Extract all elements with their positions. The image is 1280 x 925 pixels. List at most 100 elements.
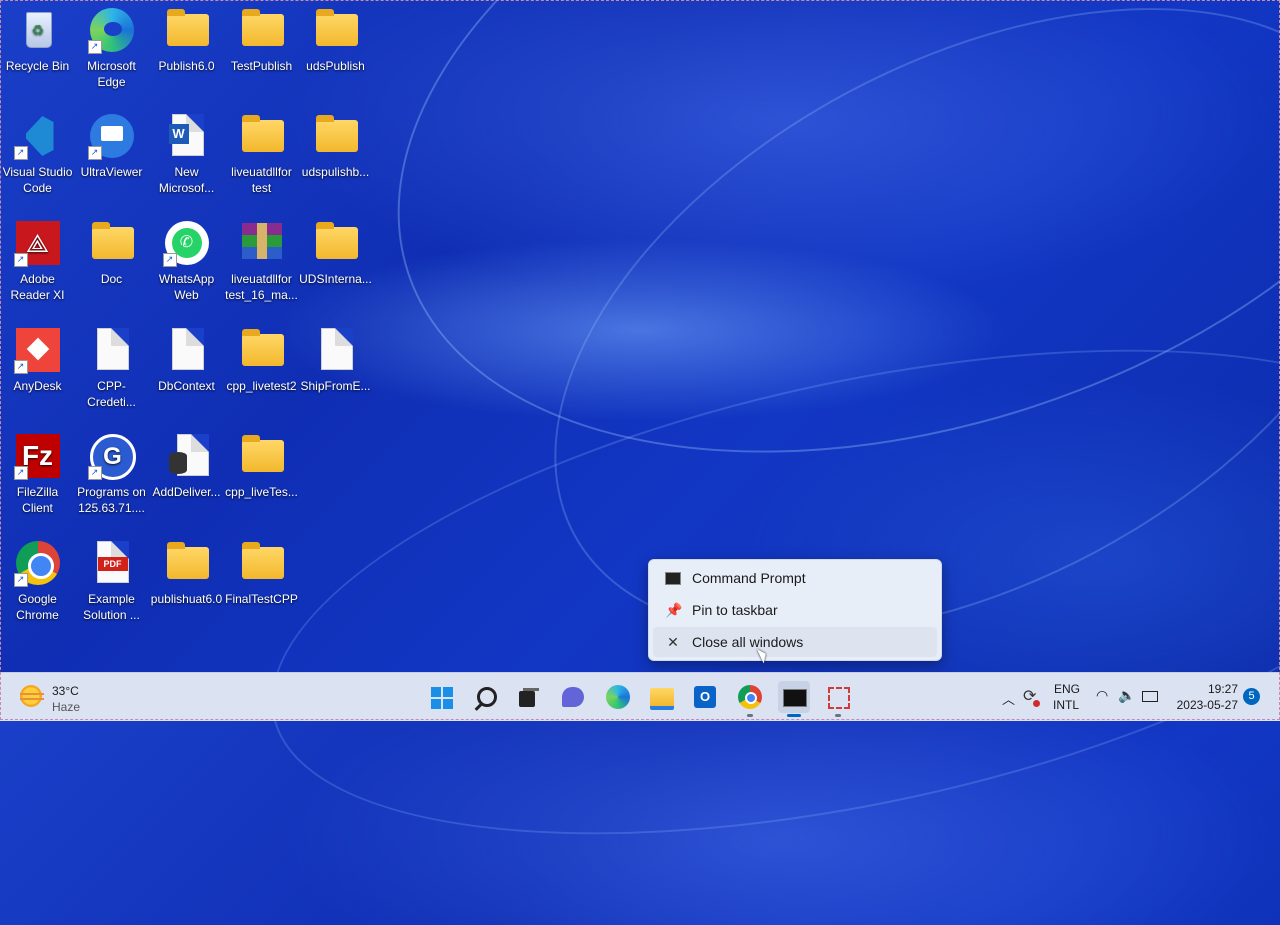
taskbar: 33°C Haze O ︿ ⟳ ENG INTL ◠ 🔈 19:27 2023-… xyxy=(0,672,1280,721)
chrome-taskbar-button[interactable] xyxy=(734,681,766,717)
desktop-icon-publishuat-folder[interactable]: publishuat6.0 xyxy=(149,537,224,607)
shortcut-arrow-icon: ↗ xyxy=(87,40,102,54)
running-indicator xyxy=(835,714,841,717)
file-explorer-button[interactable] xyxy=(646,681,678,713)
menu-item-close-all-windows[interactable]: ✕ Close all windows xyxy=(653,627,937,657)
pin-icon: 📌 xyxy=(665,602,683,618)
filezilla-icon: Fz ↗ xyxy=(13,432,62,480)
sync-status-button[interactable]: ⟳ xyxy=(1021,673,1043,721)
icon-label: Microsoft Edge xyxy=(87,59,136,89)
file-icon xyxy=(88,326,136,374)
teams-chat-icon xyxy=(562,687,584,707)
menu-item-command-prompt[interactable]: Command Prompt xyxy=(653,563,937,593)
desktop-icon-adddeliver[interactable]: AddDeliver... xyxy=(149,430,224,500)
desktop-icon-cpp-credentials[interactable]: CPP-Credeti... xyxy=(74,324,149,410)
desktop-icon-adobe-reader[interactable]: ⟁ ↗ Adobe Reader XI xyxy=(0,217,75,303)
edge-taskbar-button[interactable] xyxy=(602,681,634,713)
language-indicator[interactable]: ENG INTL xyxy=(1050,673,1084,721)
desktop-icon-ultraviewer[interactable]: ↗ UltraViewer xyxy=(74,110,149,180)
keyboard-layout: INTL xyxy=(1053,698,1080,712)
folder-icon xyxy=(238,432,286,480)
icon-label: Doc xyxy=(100,272,123,286)
icon-label: UDSInterna... xyxy=(299,272,372,286)
whatsapp-icon: ✆ ↗ xyxy=(162,219,211,267)
database-file-icon xyxy=(163,432,211,480)
winrar-archive-icon xyxy=(238,219,286,267)
icon-label: Example Solution ... xyxy=(83,592,140,622)
task-view-button[interactable] xyxy=(513,681,545,713)
icon-label: Visual Studio Code xyxy=(2,165,73,195)
desktop-icon-udspublish-folder[interactable]: udsPublish xyxy=(298,4,373,74)
icon-label: cpp_liveTes... xyxy=(225,485,298,499)
desktop-icon-doc-folder[interactable]: Doc xyxy=(74,217,149,287)
task-view-icon xyxy=(519,691,535,707)
show-hidden-icons-button[interactable]: ︿ xyxy=(998,673,1016,721)
desktop-icon-recycle-bin[interactable]: ♻ Recycle Bin xyxy=(0,4,75,74)
desktop-icon-shipfrom[interactable]: ShipFromE... xyxy=(298,324,373,394)
weather-temp: 33°C xyxy=(52,684,79,698)
network-share-icon: G ↗ xyxy=(87,432,136,480)
menu-item-pin-to-taskbar[interactable]: 📌 Pin to taskbar xyxy=(653,595,937,625)
desktop-icon-whatsapp[interactable]: ✆ ↗ WhatsApp Web xyxy=(149,217,224,303)
icon-label: liveuatdllfor test xyxy=(231,165,292,195)
desktop-icon-example-pdf[interactable]: PDF Example Solution ... xyxy=(74,537,149,623)
clock[interactable]: 19:27 2023-05-27 xyxy=(1170,673,1240,721)
desktop-icon-testpublish-folder[interactable]: TestPublish xyxy=(224,4,299,74)
shortcut-arrow-icon: ↗ xyxy=(87,146,102,160)
volume-icon: 🔈 xyxy=(1118,687,1136,703)
desktop-icon-edge[interactable]: ↗ Microsoft Edge xyxy=(74,4,149,90)
desktop-icon-chrome[interactable]: ↗ Google Chrome xyxy=(0,537,75,623)
desktop-icon-new-word-doc[interactable]: W New Microsof... xyxy=(149,110,224,196)
desktop-icon-liveuatdll-folder[interactable]: liveuatdllfor test xyxy=(224,110,299,196)
shortcut-arrow-icon: ↗ xyxy=(13,573,28,587)
word-document-icon: W xyxy=(163,112,211,160)
desktop-icon-publish-folder[interactable]: Publish6.0 xyxy=(149,4,224,74)
teams-chat-button[interactable] xyxy=(557,681,589,713)
snipping-tool-button[interactable] xyxy=(822,681,854,717)
anydesk-icon: ↗ xyxy=(13,326,62,374)
running-indicator xyxy=(787,714,801,717)
folder-icon xyxy=(312,112,360,160)
desktop-icon-finaltestcpp-folder[interactable]: FinalTestCPP xyxy=(224,537,299,607)
desktop-icon-udsinterna-folder[interactable]: UDSInterna... xyxy=(298,217,373,287)
desktop-icon-udspulishb-folder[interactable]: udspulishb... xyxy=(298,110,373,180)
language-code: ENG xyxy=(1054,682,1081,696)
folder-icon xyxy=(163,539,211,587)
edge-icon: ↗ xyxy=(87,6,136,54)
icon-label: Publish6.0 xyxy=(158,59,215,73)
desktop-icon-dbcontext[interactable]: DbContext xyxy=(149,324,224,394)
icon-label: Adobe Reader XI xyxy=(10,272,65,302)
terminal-taskbar-button[interactable] xyxy=(778,681,810,717)
shortcut-arrow-icon: ↗ xyxy=(87,466,102,480)
icon-label: CPP-Credeti... xyxy=(87,379,136,409)
menu-item-label: Command Prompt xyxy=(692,570,806,586)
start-button[interactable] xyxy=(426,681,458,713)
search-button[interactable] xyxy=(470,681,502,713)
shortcut-arrow-icon: ↗ xyxy=(13,253,28,267)
icon-label: udsPublish xyxy=(306,59,365,73)
notification-badge: 5 xyxy=(1243,688,1260,705)
desktop-icon-filezilla[interactable]: Fz ↗ FileZilla Client xyxy=(0,430,75,516)
vscode-icon: ↗ xyxy=(13,112,62,160)
desktop-icon-cpp-livetes-folder[interactable]: cpp_liveTes... xyxy=(224,430,299,500)
desktop-icon-anydesk[interactable]: ↗ AnyDesk xyxy=(0,324,75,394)
folder-icon xyxy=(238,539,286,587)
icon-label: Recycle Bin xyxy=(5,59,70,73)
desktop-icon-vscode[interactable]: ↗ Visual Studio Code xyxy=(0,110,75,196)
icon-label: Google Chrome xyxy=(16,592,59,622)
outlook-button[interactable]: O xyxy=(690,681,722,713)
desktop-icon-cpp-livetest2-folder[interactable]: cpp_livetest2 xyxy=(224,324,299,394)
adobe-reader-icon: ⟁ ↗ xyxy=(13,219,62,267)
folder-icon xyxy=(88,219,136,267)
chevron-up-icon: ︿ xyxy=(1002,692,1016,707)
folder-icon xyxy=(312,6,360,54)
haze-sun-icon xyxy=(20,685,42,707)
notification-center-button[interactable]: 5 xyxy=(1243,673,1263,721)
close-icon: ✕ xyxy=(667,634,679,650)
menu-item-label: Close all windows xyxy=(692,634,804,650)
clock-time: 19:27 xyxy=(1207,682,1238,696)
quick-settings-button[interactable]: ◠ 🔈 xyxy=(1094,673,1166,721)
desktop-icon-programs[interactable]: G ↗ Programs on 125.63.71.... xyxy=(74,430,149,516)
file-icon xyxy=(312,326,360,374)
desktop-icon-winrar-archive[interactable]: liveuatdllfor test_16_ma... xyxy=(224,217,299,303)
